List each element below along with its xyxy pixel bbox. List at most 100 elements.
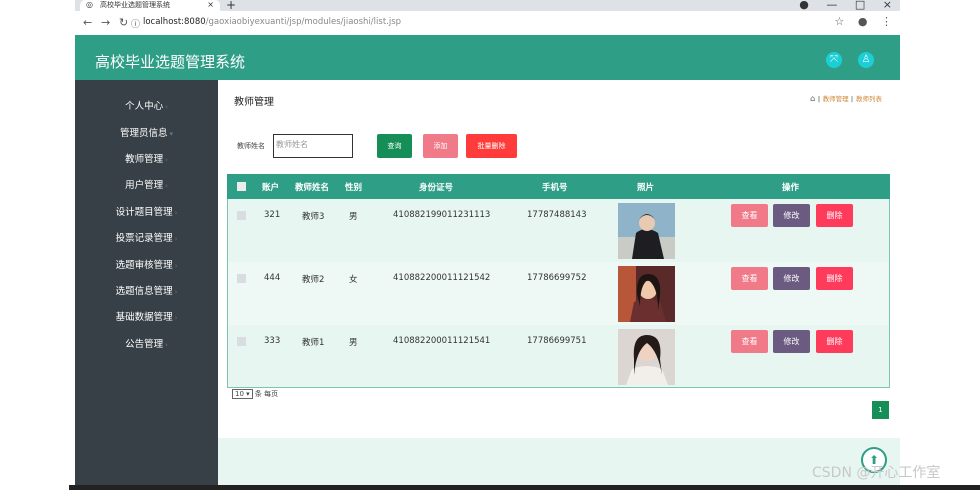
minimize-button[interactable]: —	[826, 0, 837, 11]
browser-tab[interactable]: ◎ 高校毕业选题管理系统 ×	[80, 0, 220, 11]
column-header-gender: 性别	[345, 183, 363, 193]
sidebar-item-label: 管理员信息	[119, 128, 168, 139]
chevron-right-icon: ›	[174, 235, 178, 243]
page-1-button[interactable]: 1	[872, 401, 889, 419]
edit-button[interactable]: 修改	[773, 267, 810, 290]
address-bar[interactable]: localhost:8080/gaoxiaobiyexuanti/jsp/mod…	[143, 17, 401, 27]
chevron-down-icon: ▾	[246, 390, 250, 398]
sidebar-item-basic-data[interactable]: 基础数据管理 ›	[75, 309, 218, 323]
page-title: 教师管理	[234, 97, 274, 108]
teacher-photo	[618, 266, 675, 322]
cell-account: 321	[264, 210, 281, 220]
chevron-right-icon: ›	[174, 209, 178, 217]
column-header-photo: 照片	[637, 183, 655, 193]
cell-name: 教师2	[302, 275, 325, 285]
url-host: localhost:8080	[143, 17, 206, 27]
cell-name: 教师3	[302, 212, 325, 222]
sidebar-item-user-management[interactable]: 用户管理 ›	[75, 177, 218, 191]
sidebar-item-label: 选题信息管理	[115, 286, 173, 297]
url-path: /gaoxiaobiyexuanti/jsp/modules/jiaoshi/l…	[205, 17, 402, 27]
cell-gender: 男	[349, 212, 358, 222]
edit-button[interactable]: 修改	[773, 330, 810, 353]
breadcrumb: ⌂ ‖ 教师管理 ‖ 教师列表	[810, 93, 882, 103]
row-checkbox[interactable]	[237, 211, 246, 220]
more-menu-icon[interactable]: ⋮	[881, 15, 892, 28]
sidebar-item-label: 公告管理	[125, 339, 164, 350]
select-all-checkbox[interactable]	[237, 182, 246, 191]
column-header-actions: 操作	[782, 183, 800, 193]
row-checkbox[interactable]	[237, 274, 246, 283]
cell-gender: 男	[349, 338, 358, 348]
cell-phone: 17787488143	[527, 210, 587, 220]
chevron-right-icon: ›	[174, 262, 178, 270]
cell-gender: 女	[349, 275, 358, 285]
sidebar-item-label: 投票记录管理	[115, 233, 173, 244]
column-header-account: 账户	[262, 183, 280, 193]
sidebar-item-topic-management[interactable]: 设计题目管理 ›	[75, 204, 218, 218]
delete-button[interactable]: 删除	[816, 330, 853, 353]
query-button[interactable]: 查询	[377, 134, 412, 158]
delete-button[interactable]: 删除	[816, 204, 853, 227]
app-title: 高校毕业选题管理系统	[95, 53, 246, 71]
chevron-right-icon: ›	[174, 314, 178, 322]
sidebar-item-topic-review[interactable]: 选题审核管理 ›	[75, 257, 218, 271]
breadcrumb-separator: ‖	[817, 95, 821, 103]
view-button[interactable]: 查看	[731, 204, 768, 227]
home-icon[interactable]: ⌂	[810, 94, 815, 103]
forward-arrow-icon[interactable]: →	[101, 16, 110, 29]
edit-button[interactable]: 修改	[773, 204, 810, 227]
sidebar-item-teacher-management[interactable]: 教师管理 ›	[75, 151, 218, 165]
cell-id-number: 410882199011231113	[393, 210, 491, 220]
delete-button[interactable]: 删除	[816, 267, 853, 290]
browser-tab-title: 高校毕业选题管理系统	[100, 1, 170, 9]
chevron-down-icon: ▾	[169, 130, 174, 138]
taskbar	[69, 485, 980, 490]
user-icon[interactable]: ♙	[858, 52, 874, 68]
chevron-right-icon: ›	[165, 103, 168, 111]
column-header-id-number: 身份证号	[419, 183, 454, 193]
cell-phone: 17786699752	[527, 273, 587, 283]
content-footer	[218, 438, 900, 485]
teacher-name-search-input[interactable]: 教师姓名	[273, 134, 353, 158]
window-controls: ● — □ ×	[785, 0, 892, 11]
page-size-control: 10 ▾ 条 每页	[232, 389, 278, 399]
sidebar-item-vote-records[interactable]: 投票记录管理 ›	[75, 230, 218, 244]
bookmark-star-icon[interactable]: ☆	[835, 15, 845, 28]
add-button[interactable]: 添加	[423, 134, 458, 158]
page-size-select[interactable]: 10 ▾	[232, 389, 253, 399]
close-window-button[interactable]: ×	[883, 0, 892, 11]
search-label: 教师姓名	[237, 142, 265, 150]
profile-icon[interactable]: ●	[858, 15, 868, 28]
chevron-right-icon: ›	[174, 288, 178, 296]
teacher-photo	[618, 203, 675, 259]
maximize-button[interactable]: □	[855, 0, 865, 11]
chevron-right-icon: ›	[165, 182, 168, 190]
reload-icon[interactable]: ↻	[119, 16, 128, 29]
view-button[interactable]: 查看	[731, 267, 768, 290]
sidebar-item-topic-selection[interactable]: 选题信息管理 ›	[75, 283, 218, 297]
breadcrumb-current: 教师列表	[856, 95, 882, 103]
page-size-value: 10	[235, 390, 244, 398]
sidebar-item-admin-info[interactable]: 管理员信息 ▾	[75, 125, 218, 139]
cell-phone: 17786699751	[527, 336, 587, 346]
cell-name: 教师1	[302, 338, 325, 348]
cell-account: 444	[264, 273, 281, 283]
chevron-right-icon: ›	[165, 341, 168, 349]
view-button[interactable]: 查看	[731, 330, 768, 353]
sidebar-item-label: 设计题目管理	[115, 207, 173, 218]
watermark: CSDN @开心工作室	[812, 465, 941, 481]
row-checkbox[interactable]	[237, 337, 246, 346]
account-circle-icon[interactable]: ●	[799, 0, 809, 11]
cell-id-number: 410882200011121541	[393, 336, 491, 346]
sidebar-item-personal-center[interactable]: 个人中心 ›	[75, 98, 218, 112]
back-arrow-icon[interactable]: ←	[83, 16, 92, 29]
breadcrumb-parent[interactable]: 教师管理	[823, 95, 849, 103]
per-page-label: 条 每页	[254, 390, 279, 398]
globe-icon: ◎	[86, 0, 93, 9]
tab-close-icon[interactable]: ×	[207, 0, 214, 9]
batch-delete-button[interactable]: 批量删除	[466, 134, 517, 158]
sidebar-item-label: 选题审核管理	[115, 260, 173, 271]
sidebar-item-announcements[interactable]: 公告管理 ›	[75, 336, 218, 350]
fullscreen-icon[interactable]: ⤧	[826, 52, 842, 68]
info-icon[interactable]: ⓘ	[131, 17, 140, 30]
